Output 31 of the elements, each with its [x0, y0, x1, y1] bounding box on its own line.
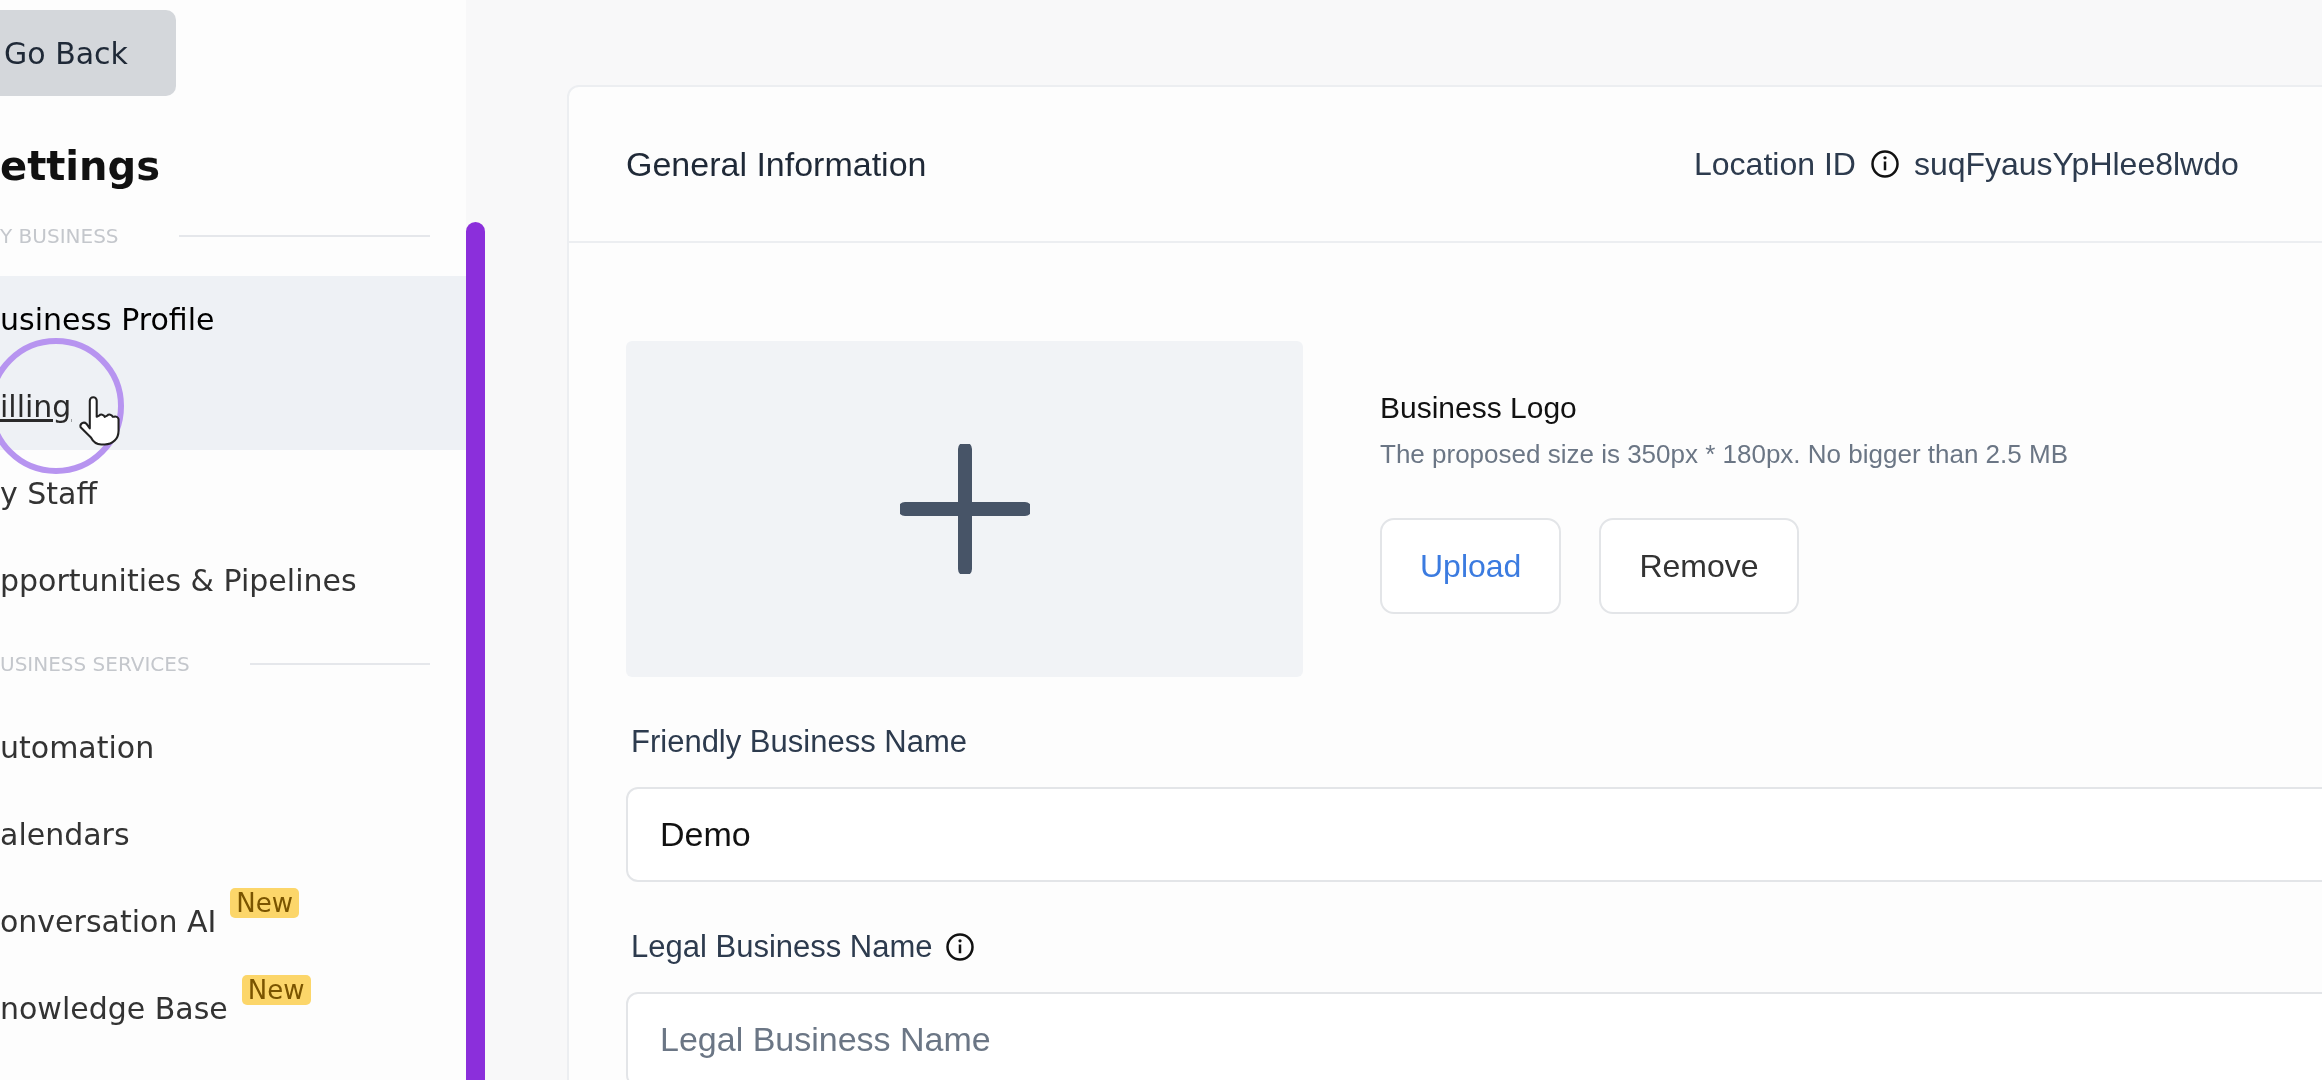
upload-button[interactable]: Upload [1380, 518, 1562, 614]
go-back-button[interactable]: Go Back [0, 10, 176, 96]
card-title: General Information [626, 144, 928, 184]
new-badge: New [241, 975, 311, 1005]
sidebar-item[interactable]: utomation [0, 704, 466, 791]
sidebar-item[interactable]: y Staff [0, 450, 466, 537]
logo-hint: The proposed size is 350px * 180px. No bigger than 2.5 MB [1380, 439, 2068, 470]
settings-title: ettings [0, 142, 161, 191]
remove-button[interactable]: Remove [1599, 518, 1799, 614]
section-label: USINESS SERVICES [0, 652, 190, 676]
sidebar-item[interactable]: illing [0, 363, 466, 450]
new-badge: New [230, 888, 300, 918]
sidebar-item[interactable]: onversation AI New [0, 878, 466, 965]
section-label: Y BUSINESS [0, 224, 119, 248]
input-field[interactable]: Legal Business Name [626, 992, 2322, 1080]
plus-icon [899, 444, 1030, 574]
sidebar-item[interactable]: nowledge Base New [0, 965, 466, 1052]
logo-dropzone[interactable] [626, 341, 1303, 677]
field-label: Friendly Business Name [631, 724, 967, 760]
info-icon [944, 932, 975, 962]
scrollbar[interactable] [466, 222, 485, 1080]
sidebar-item[interactable]: usiness Profile [0, 276, 466, 363]
sidebar-item[interactable]: pportunities & Pipelines [0, 537, 466, 624]
sidebar-item[interactable]: alendars [0, 791, 466, 878]
logo-title: Business Logo [1380, 391, 1578, 425]
location-label: Location ID [1694, 145, 1856, 183]
location-id: suqFyausYpHlee8lwdo [1913, 145, 2239, 183]
info-icon [1869, 149, 1900, 179]
input-field[interactable]: Demo [626, 787, 2322, 882]
hand-cursor-icon [76, 396, 122, 448]
field-label: Legal Business Name [631, 929, 933, 965]
